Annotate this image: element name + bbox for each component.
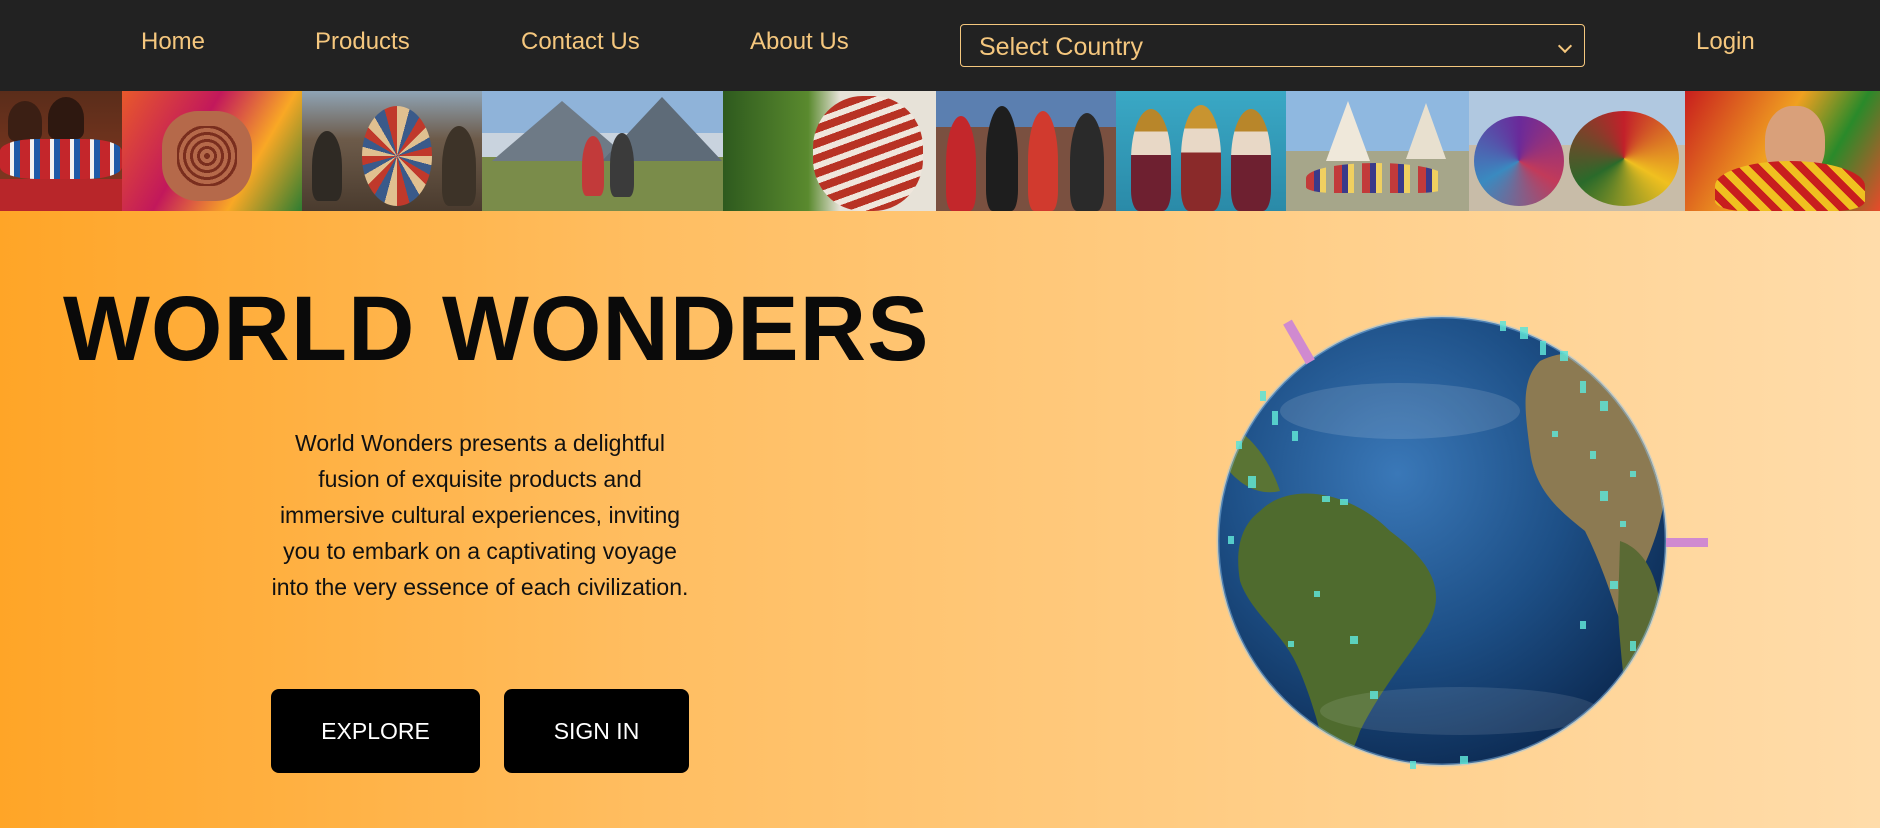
cultural-photo-strip [0,91,1880,211]
banner-tile-maasai-group [936,91,1116,211]
banner-tile-tipi-gathering [1286,91,1469,211]
banner-tile-folklorico-dancers [1469,91,1685,211]
login-link[interactable]: Login [1696,28,1755,56]
sign-in-button[interactable]: SIGN IN [504,689,689,773]
top-nav: Home Products Contact Us About Us Select… [0,0,1880,91]
hero-title: WORLD WONDERS [63,278,930,380]
nav-products-link[interactable]: Products [315,28,410,56]
globe-visual [1200,291,1720,791]
globe-arc-spike [1666,538,1708,547]
country-select[interactable]: Select Country [960,24,1585,67]
nav-about-link[interactable]: About Us [750,28,849,56]
banner-tile-painted-face [723,91,936,211]
hero-section: WORLD WONDERS World Wonders presents a d… [0,211,1880,828]
banner-tile-maasai-women [0,91,122,211]
hero-description: World Wonders presents a delightful fusi… [271,430,689,600]
nav-contact-link[interactable]: Contact Us [521,28,640,56]
chevron-down-icon [1557,38,1573,54]
banner-tile-festival-dancer [1685,91,1880,211]
nav-home-link[interactable]: Home [141,28,205,56]
globe-arc-spike [1283,319,1315,365]
country-select-value: Select Country [979,33,1143,61]
banner-tile-henna-hands [122,91,302,211]
banner-tile-powwow-dancer [302,91,482,211]
explore-button[interactable]: EXPLORE [271,689,480,773]
earth-globe-icon [1216,315,1708,769]
banner-tile-mountain-couple [482,91,723,211]
banner-tile-crowned-women [1116,91,1286,211]
